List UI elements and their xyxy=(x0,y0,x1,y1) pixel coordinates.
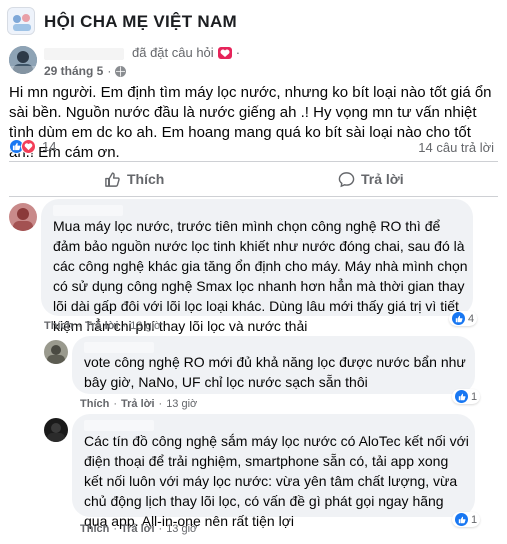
comment-reaction-count: 1 xyxy=(471,513,478,526)
more-options-icon[interactable]: · xyxy=(236,45,240,60)
comment-text: Mua máy lọc nước, trước tiên mình chọn c… xyxy=(53,218,468,334)
commenter-avatar[interactable] xyxy=(9,203,37,231)
like-button[interactable]: Thích xyxy=(104,168,164,190)
comment-reply-link[interactable]: Trả lời xyxy=(85,320,119,332)
divider-bottom xyxy=(9,196,498,197)
comment-time[interactable]: 13 giờ xyxy=(166,398,197,410)
commenter-avatar[interactable] xyxy=(44,418,68,442)
thumbs-up-icon xyxy=(452,312,465,325)
thumbs-up-icon xyxy=(104,171,121,188)
comment-like-link[interactable]: Thích xyxy=(80,398,109,410)
comment-reaction-count: 1 xyxy=(471,390,478,403)
comment-time[interactable]: 13 giờ xyxy=(130,320,161,332)
author-name-redacted[interactable] xyxy=(44,48,124,60)
comment-actions: Thích · Trả lời · 13 giờ xyxy=(80,398,197,410)
comment-text: Các tín đồ công nghệ sắm máy lọc nước có… xyxy=(84,433,469,529)
meta-separator: · xyxy=(107,64,112,78)
comment-time[interactable]: 13 giờ xyxy=(166,523,197,535)
question-badge-icon xyxy=(217,46,232,59)
divider-top xyxy=(9,161,498,162)
thumbs-up-icon xyxy=(455,390,468,403)
comment-actions: Thích · Trả lời · 13 giờ xyxy=(44,320,161,332)
commenter-name-redacted[interactable] xyxy=(84,420,154,431)
comment-count[interactable]: 14 câu trả lời xyxy=(418,140,494,155)
comment-reaction-chip[interactable]: 4 xyxy=(449,311,478,326)
comment-like-link[interactable]: Thích xyxy=(44,320,73,332)
reply-button[interactable]: Trả lời xyxy=(338,168,404,190)
dot-separator: · xyxy=(113,523,118,535)
asked-text: đã đặt câu hỏi xyxy=(132,45,214,60)
speech-bubble-icon xyxy=(338,171,355,188)
thumbs-up-icon xyxy=(455,513,468,526)
dot-separator: · xyxy=(113,398,118,410)
comment-actions: Thích · Trả lời · 13 giờ xyxy=(80,523,197,535)
like-button-label: Thích xyxy=(127,171,165,187)
comment-reaction-chip[interactable]: 1 xyxy=(452,512,481,527)
comment-reply-link[interactable]: Trả lời xyxy=(121,398,155,410)
dot-separator: · xyxy=(77,320,82,332)
comment-reaction-count: 4 xyxy=(468,312,475,325)
heart-icon xyxy=(21,139,36,154)
comment-like-link[interactable]: Thích xyxy=(80,523,109,535)
globe-icon xyxy=(115,65,127,77)
comment-reaction-chip[interactable]: 1 xyxy=(452,389,481,404)
post-date[interactable]: 29 tháng 5 xyxy=(44,64,103,78)
dot-separator: · xyxy=(158,523,163,535)
post-reactions[interactable]: 14 xyxy=(9,139,56,154)
group-logo[interactable] xyxy=(7,7,35,35)
reaction-count: 14 xyxy=(42,139,57,154)
group-header: HỘI CHA MẸ VIỆT NAM xyxy=(0,0,507,42)
dot-separator: · xyxy=(158,398,163,410)
commenter-avatar[interactable] xyxy=(44,340,68,364)
dot-separator: · xyxy=(122,320,127,332)
group-name[interactable]: HỘI CHA MẸ VIỆT NAM xyxy=(44,12,237,32)
comment-text: vote công nghệ RO mới đủ khả năng lọc đư… xyxy=(84,354,466,390)
author-avatar[interactable] xyxy=(9,46,37,74)
asked-question-label: đã đặt câu hỏi · xyxy=(132,45,240,60)
post-meta: 29 tháng 5 · xyxy=(44,64,127,78)
comment-reply-link[interactable]: Trả lời xyxy=(121,523,155,535)
reply-button-label: Trả lời xyxy=(361,171,404,187)
commenter-name-redacted[interactable] xyxy=(53,205,123,216)
